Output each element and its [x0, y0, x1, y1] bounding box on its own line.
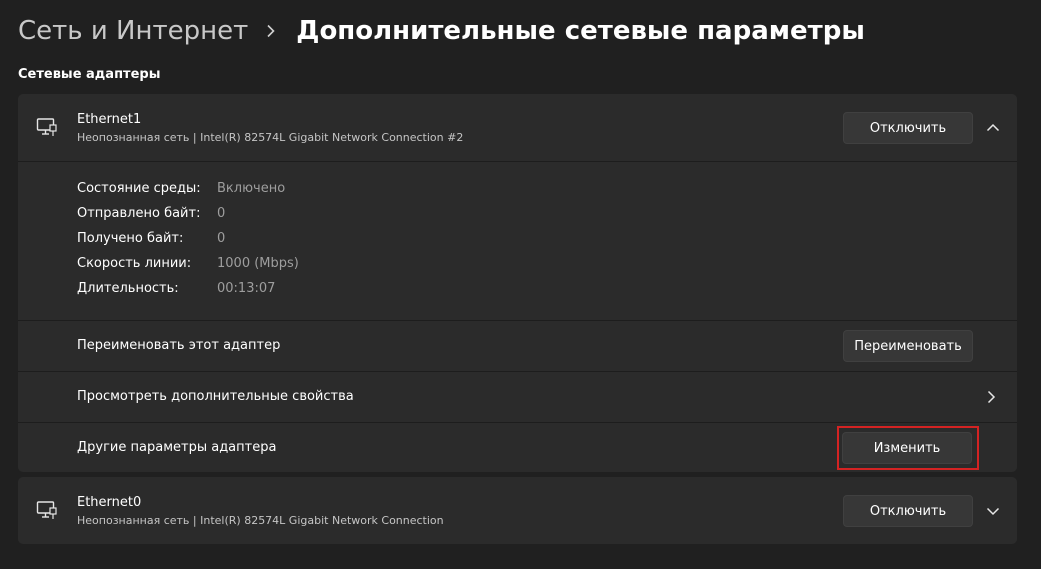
adapter-header-ethernet0[interactable]: Ethernet0 Неопознанная сеть | Intel(R) 8… [18, 477, 1017, 544]
detail-label: Отправлено байт: [77, 206, 201, 221]
rename-adapter-row: Переименовать этот адаптер Переименовать [18, 321, 1017, 371]
detail-row-duration: Длительность: 00:13:07 [77, 281, 275, 296]
detail-label: Получено байт: [77, 231, 184, 246]
adapter-card-ethernet1: Ethernet1 Неопознанная сеть | Intel(R) 8… [18, 94, 1017, 472]
detail-value: 00:13:07 [217, 281, 276, 296]
detail-row-media-state: Состояние среды: Включено [77, 181, 285, 196]
adapter-header-ethernet1[interactable]: Ethernet1 Неопознанная сеть | Intel(R) 8… [18, 94, 1017, 161]
breadcrumb-parent-link[interactable]: Сеть и Интернет [18, 12, 248, 50]
chevron-up-icon[interactable] [983, 118, 1003, 138]
detail-row-bytes-received: Получено байт: 0 [77, 231, 225, 246]
adapter-details: Состояние среды: Включено Отправлено байт… [18, 162, 1017, 320]
detail-value: 0 [217, 206, 226, 221]
disable-adapter-button[interactable]: Отключить [843, 112, 973, 144]
ethernet-pc-icon [36, 499, 58, 521]
adapter-name: Ethernet0 [77, 495, 142, 510]
rename-button[interactable]: Переименовать [843, 330, 973, 362]
page-title: Дополнительные сетевые параметры [296, 16, 865, 46]
detail-row-link-speed: Скорость линии: 1000 (Mbps) [77, 256, 299, 271]
ethernet-pc-icon [36, 116, 58, 138]
detail-value: 1000 (Mbps) [217, 256, 299, 271]
detail-label: Длительность: [77, 281, 179, 296]
adapter-description: Неопознанная сеть | Intel(R) 82574L Giga… [77, 131, 464, 144]
breadcrumb: Сеть и Интернет Дополнительные сетевые п… [18, 12, 865, 50]
detail-label: Скорость линии: [77, 256, 192, 271]
adapter-description: Неопознанная сеть | Intel(R) 82574L Giga… [77, 514, 444, 527]
section-title: Сетевые адаптеры [18, 67, 161, 82]
view-properties-row[interactable]: Просмотреть дополнительные свойства [18, 372, 1017, 422]
settings-page: Сеть и Интернет Дополнительные сетевые п… [0, 0, 1041, 569]
chevron-down-icon[interactable] [983, 501, 1003, 521]
other-adapter-options-row: Другие параметры адаптера Изменить [18, 423, 1017, 472]
detail-value: Включено [217, 181, 286, 196]
edit-button[interactable]: Изменить [842, 432, 972, 464]
detail-value: 0 [217, 231, 226, 246]
breadcrumb-chevron-icon [262, 22, 280, 40]
detail-row-bytes-sent: Отправлено байт: 0 [77, 206, 225, 221]
disable-adapter-button[interactable]: Отключить [843, 495, 973, 527]
adapter-name: Ethernet1 [77, 112, 142, 127]
view-properties-label: Просмотреть дополнительные свойства [77, 389, 354, 404]
other-adapter-options-label: Другие параметры адаптера [77, 440, 277, 455]
chevron-right-icon [981, 387, 1001, 407]
adapter-card-ethernet0: Ethernet0 Неопознанная сеть | Intel(R) 8… [18, 477, 1017, 544]
rename-adapter-label: Переименовать этот адаптер [77, 338, 281, 353]
detail-label: Состояние среды: [77, 181, 201, 196]
